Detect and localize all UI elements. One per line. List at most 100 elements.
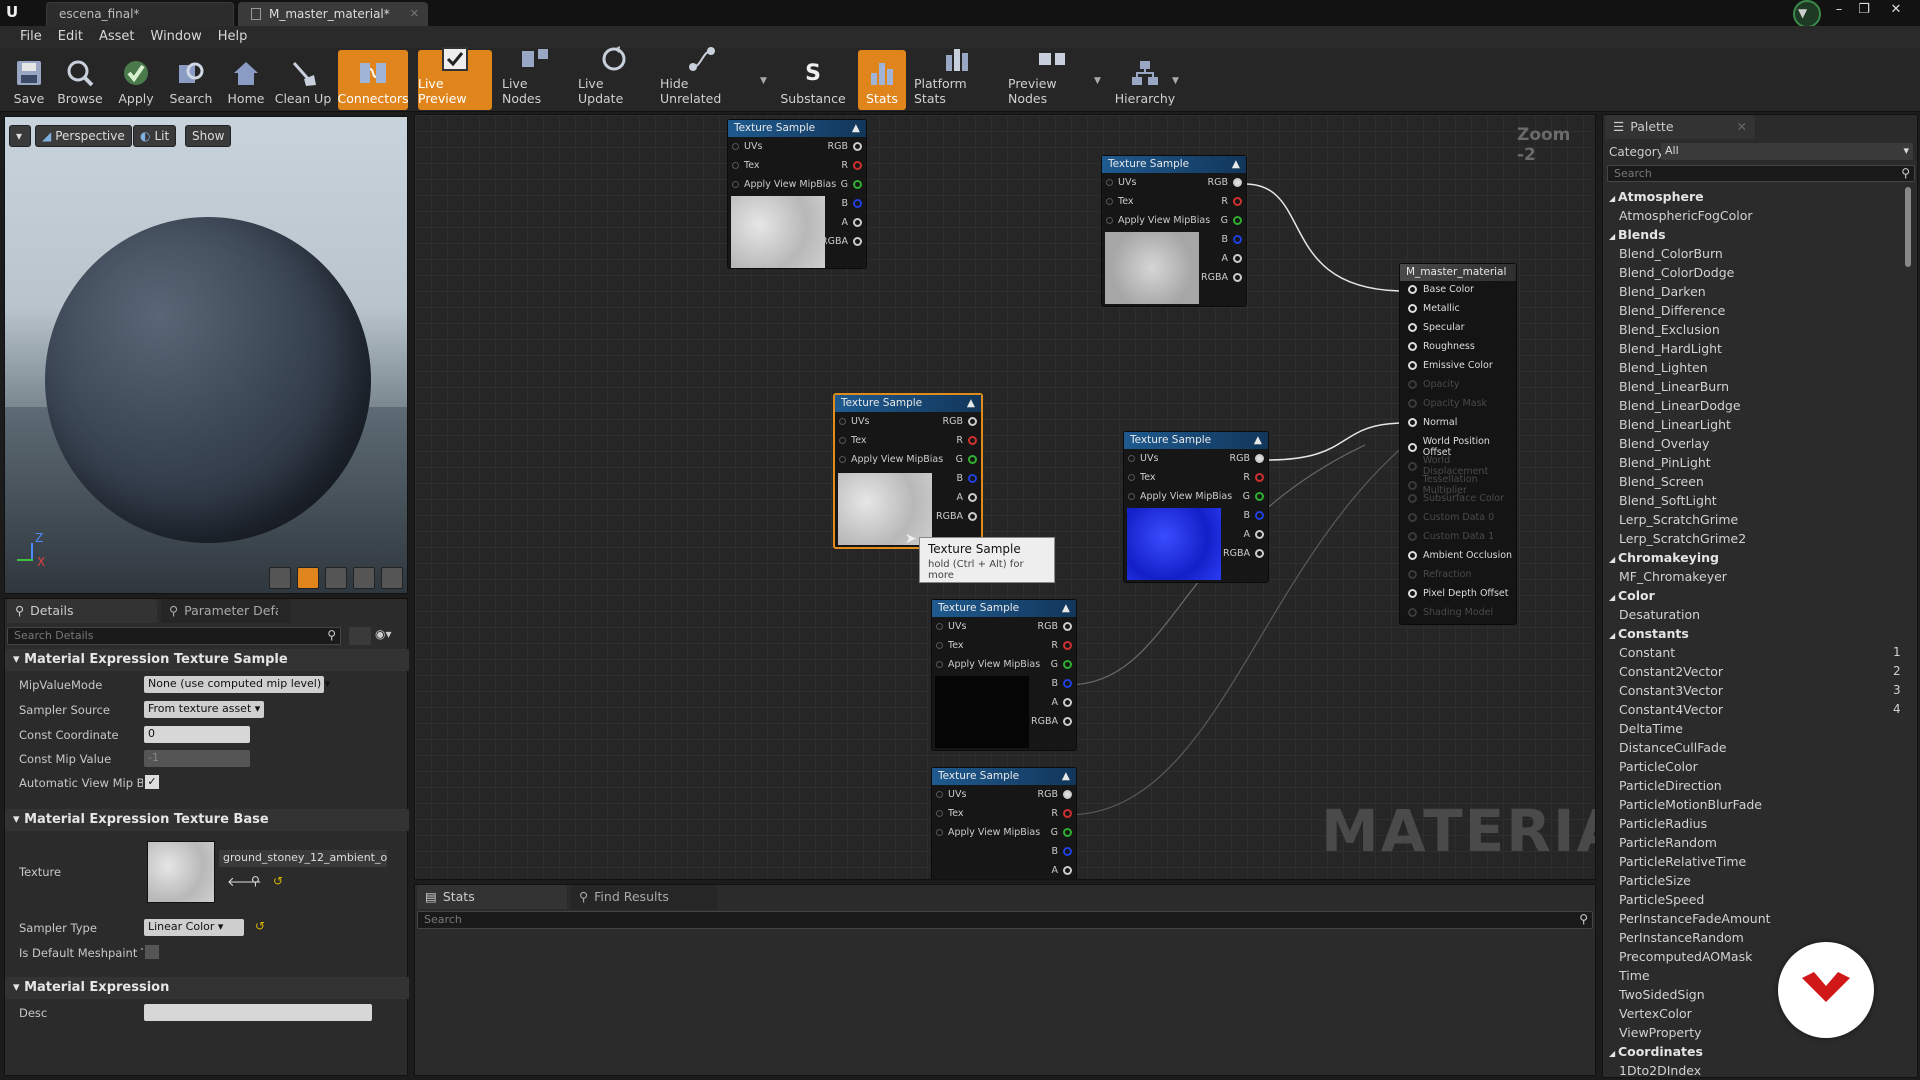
pin-rgb-socket[interactable] [853,142,862,151]
expand-arrow-icon[interactable]: ◢ [1609,232,1618,241]
perspective-button[interactable]: ◢ Perspective [35,125,132,147]
clean-up-button[interactable]: Clean Up [274,50,332,110]
pin-mipbias[interactable]: Apply View MipBias [732,179,836,190]
pin-tex[interactable]: Tex [936,808,964,819]
section-texture-base[interactable]: ▾ Material Expression Texture Base [5,809,409,831]
pin-mipbias[interactable]: Apply View MipBias [839,454,943,465]
menu-asset[interactable]: Asset [91,26,143,48]
pin-a-socket[interactable] [968,493,977,502]
palette-item[interactable]: 1Dto2DIndex [1619,1063,1701,1077]
palette-item[interactable]: Blend_Overlay [1619,436,1709,451]
master-pin-socket[interactable] [1408,342,1417,351]
master-pin-socket[interactable] [1408,589,1417,598]
pin-uvs[interactable]: UVs [839,416,869,427]
tab-stats[interactable]: ▤ Stats [417,885,567,909]
master-pin[interactable]: Normal [1408,417,1457,428]
pin-tex[interactable]: Tex [1106,196,1134,207]
palette-category[interactable]: ◢ Color [1609,588,1655,603]
preview-mesh-button[interactable] [381,567,403,589]
menu-file[interactable]: File [12,26,50,48]
texture-sample-node[interactable]: Texture Sample ▲ UVs Tex Apply View MipBi… [931,599,1077,751]
pin-b-socket[interactable] [1233,235,1242,244]
pin-b-socket[interactable] [853,199,862,208]
pin-uvs-socket[interactable] [936,791,943,798]
master-pin[interactable]: Custom Data 1 [1408,531,1494,542]
palette-category[interactable]: ◢ Coordinates [1609,1044,1703,1059]
const-mip-value-input[interactable]: -1 [144,750,250,767]
preview-nodes-button[interactable]: Preview Nodes [1008,50,1096,110]
details-search-input[interactable]: Search Details ⚲ [7,627,341,645]
pin-rgba[interactable]: RGBA [1201,272,1242,283]
menu-window[interactable]: Window [143,26,210,48]
chevron-down-icon[interactable]: ▼ [1172,76,1179,86]
pin-g-socket[interactable] [1063,828,1072,837]
pin-tex-socket[interactable] [732,162,739,169]
home-button[interactable]: Home [222,50,270,110]
section-material-expression[interactable]: ▾ Material Expression [5,977,409,999]
pin-rgb-socket[interactable] [1063,622,1072,631]
pin-uvs[interactable]: UVs [732,141,762,152]
pin-a[interactable]: A [842,217,862,228]
palette-item[interactable]: TwoSidedSign [1619,987,1705,1002]
pin-mipbias[interactable]: Apply View MipBias [1106,215,1210,226]
master-pin[interactable]: Shading Model [1408,607,1493,618]
pin-tex-socket[interactable] [839,437,846,444]
pin-rgb-socket[interactable] [1255,454,1264,463]
node-header[interactable]: Texture Sample ▲ [932,600,1076,617]
master-pin-socket[interactable] [1408,461,1417,471]
collapse-icon[interactable]: ▲ [1232,158,1240,171]
master-pin[interactable]: Pixel Depth Offset [1408,588,1509,599]
expand-arrow-icon[interactable]: ◢ [1609,555,1618,564]
preview-cylinder-button[interactable] [269,567,291,589]
palette-item[interactable]: Constant [1619,645,1675,660]
palette-item[interactable]: PrecomputedAOMask [1619,949,1752,964]
palette-item[interactable]: Blend_ColorBurn [1619,246,1723,261]
pin-g-socket[interactable] [1063,660,1072,669]
pin-g-socket[interactable] [1233,216,1242,225]
palette-item[interactable]: ParticleDirection [1619,778,1722,793]
master-pin-socket[interactable] [1408,608,1417,617]
browse-button[interactable]: Browse [54,50,106,110]
palette-item[interactable]: AtmosphericFogColor [1619,208,1753,223]
palette-item[interactable]: Blend_HardLight [1619,341,1722,356]
pin-rgba-socket[interactable] [1063,717,1072,726]
menu-help[interactable]: Help [210,26,256,48]
pin-rgba-socket[interactable] [1255,549,1264,558]
pin-a-socket[interactable] [1255,530,1264,539]
pin-r-socket[interactable] [1063,809,1072,818]
pin-a[interactable]: A [1222,253,1242,264]
texture-sample-node-selected[interactable]: Texture Sample ▲ UVs Tex Apply View MipBi… [833,393,983,549]
master-pin-socket[interactable] [1408,323,1417,332]
pin-rgba-socket[interactable] [853,237,862,246]
palette-item[interactable]: Blend_SoftLight [1619,493,1717,508]
palette-search-input[interactable]: Search ⚲ [1607,165,1915,182]
section-texture-sample[interactable]: ▾ Material Expression Texture Sample [5,649,409,671]
close-window-icon[interactable]: ✕ [1886,2,1906,20]
palette-item[interactable]: Blend_LinearLight [1619,417,1731,432]
automatic-view-mip-checkbox[interactable]: ✓ [145,775,159,789]
palette-item[interactable]: ParticleMotionBlurFade [1619,797,1762,812]
palette-scrollbar[interactable] [1905,187,1911,267]
pin-a[interactable]: A [1244,529,1264,540]
master-pin-socket[interactable] [1408,285,1417,294]
palette-item[interactable]: ParticleSize [1619,873,1691,888]
pin-tex[interactable]: Tex [839,435,867,446]
pin-r[interactable]: R [1243,472,1264,483]
pin-mipbias[interactable]: Apply View MipBias [936,659,1040,670]
master-pin[interactable]: Custom Data 0 [1408,512,1494,523]
find-search-input[interactable]: Search ⚲ [417,911,1593,929]
pin-b[interactable]: B [1221,234,1242,245]
master-pin[interactable]: Emissive Color [1408,360,1493,371]
pin-g-socket[interactable] [1255,492,1264,501]
pin-r-socket[interactable] [1063,641,1072,650]
eye-icon[interactable]: ◉▾ [375,627,405,645]
pin-rgba[interactable]: RGBA [1031,716,1072,727]
collapse-icon[interactable]: ▲ [1062,770,1070,783]
pin-mipbias[interactable]: Apply View MipBias [936,827,1040,838]
pin-r[interactable]: R [1051,808,1072,819]
pin-b-socket[interactable] [1063,679,1072,688]
pin-mipbias-socket[interactable] [839,456,846,463]
floating-logo-bubble[interactable] [1778,942,1874,1038]
palette-category[interactable]: ◢ Atmosphere [1609,189,1704,204]
node-header[interactable]: Texture Sample ▲ [835,395,981,412]
